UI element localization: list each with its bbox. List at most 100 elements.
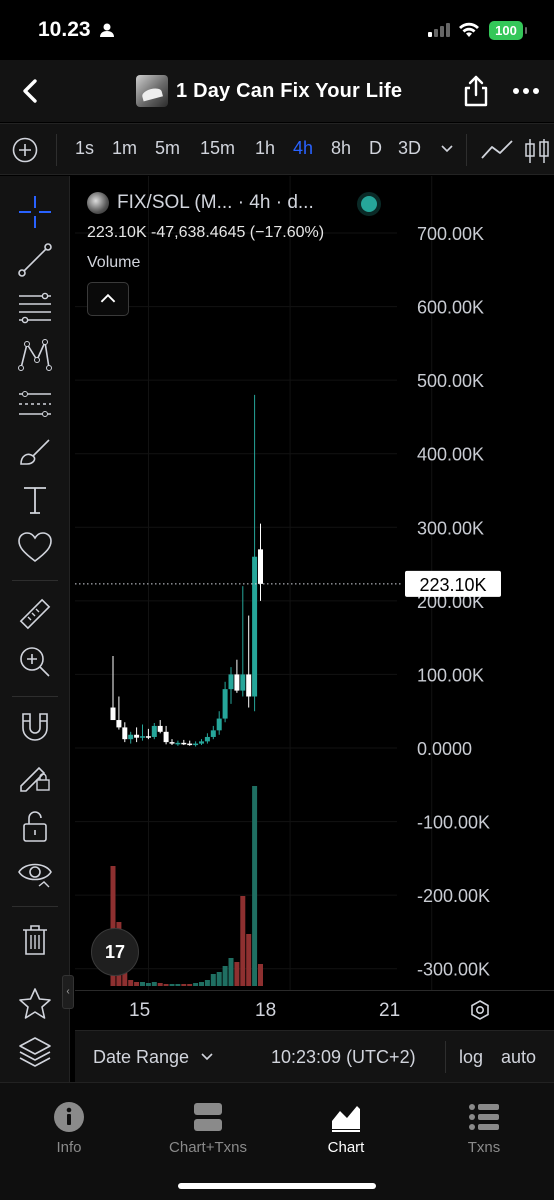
- volume-bar: [210, 974, 216, 986]
- add-indicator-button[interactable]: [12, 137, 38, 163]
- price-tick-label: 400.00K: [417, 445, 484, 465]
- trend-line-icon[interactable]: [17, 242, 53, 278]
- volume-bar: [216, 972, 222, 986]
- tab-label: Chart: [327, 1139, 365, 1156]
- timeframe-8h[interactable]: 8h: [331, 138, 351, 159]
- star-icon[interactable]: [17, 986, 53, 1022]
- market-status-indicator: [361, 196, 377, 212]
- divider: [445, 1041, 446, 1073]
- volume-indicator-label[interactable]: Volume: [87, 254, 140, 272]
- lock-drawing-icon[interactable]: [17, 758, 53, 794]
- more-options-button[interactable]: [512, 84, 540, 98]
- info-icon: [54, 1102, 84, 1132]
- cellular-signal-icon: [428, 23, 450, 37]
- collapse-toolbar-button[interactable]: ‹: [62, 975, 74, 1009]
- volume-bar: [145, 983, 151, 986]
- volume-bar: [246, 934, 252, 986]
- candlestick-icon[interactable]: [524, 138, 554, 164]
- clock-timezone[interactable]: 10:23:09 (UTC+2): [271, 1047, 416, 1068]
- chart-area[interactable]: 700.00K 600.00K 500.00K 400.00K 300.00K 200.0…: [75, 176, 554, 990]
- timeframe-3d[interactable]: 3D: [398, 138, 421, 159]
- chart-legend-symbol[interactable]: FIX/SOL (M... · 4h · d...: [87, 192, 314, 214]
- heart-icon[interactable]: [17, 530, 53, 566]
- volume-bar: [157, 983, 163, 986]
- unlock-icon[interactable]: [17, 808, 53, 844]
- volume-bar: [134, 982, 140, 986]
- brush-icon[interactable]: [17, 434, 53, 470]
- layers-icon[interactable]: [17, 1034, 53, 1070]
- chevron-down-icon[interactable]: [201, 1053, 213, 1061]
- token-avatar: [136, 75, 168, 107]
- volume-bar: [199, 982, 204, 986]
- volume-bar: [234, 962, 240, 986]
- area-chart-icon: [332, 1106, 360, 1132]
- zoom-in-icon[interactable]: [17, 644, 53, 680]
- candle-body: [234, 674, 240, 691]
- date-range-button[interactable]: Date Range: [93, 1047, 189, 1068]
- time-tick-label: 18: [255, 1000, 277, 1021]
- tab-chart-txns[interactable]: Chart+Txns: [148, 1101, 268, 1157]
- tab-info[interactable]: Info: [9, 1101, 129, 1157]
- volume-bar: [228, 958, 234, 986]
- price-tick-label: -100.00K: [417, 813, 490, 833]
- line-chart-icon[interactable]: [480, 138, 514, 162]
- eye-icon[interactable]: [17, 856, 53, 892]
- trash-icon[interactable]: [17, 922, 53, 958]
- tab-label: Chart+Txns: [169, 1139, 247, 1156]
- price-chart[interactable]: 700.00K600.00K500.00K400.00K300.00K200.0…: [75, 176, 554, 990]
- crosshair-icon[interactable]: [17, 194, 53, 230]
- timeframe-15m[interactable]: 15m: [200, 138, 235, 159]
- volume-bar: [169, 984, 175, 986]
- candle-body: [210, 730, 216, 737]
- status-bar: 10.23 100: [0, 0, 554, 60]
- timeframe-1m[interactable]: 1m: [112, 138, 137, 159]
- timeframe-5m[interactable]: 5m: [155, 138, 180, 159]
- chevron-down-icon[interactable]: [440, 144, 454, 154]
- candle-body: [175, 742, 181, 745]
- tab-label: Info: [56, 1139, 82, 1156]
- split-view-icon: [194, 1103, 222, 1131]
- tab-chart[interactable]: Chart: [286, 1101, 406, 1157]
- candle-body: [204, 736, 210, 742]
- magnet-icon[interactable]: [17, 710, 53, 746]
- volume-bar: [187, 984, 193, 986]
- timeframe-d[interactable]: D: [369, 138, 382, 159]
- forecast-tool-icon[interactable]: [17, 386, 53, 422]
- chart-settings-icon[interactable]: [469, 999, 491, 1021]
- candle-body: [145, 736, 151, 738]
- candle-body: [122, 727, 128, 740]
- candle-body: [258, 549, 263, 584]
- collapse-legend-button[interactable]: [87, 282, 129, 316]
- volume-bar: [193, 983, 199, 986]
- divider: [12, 906, 58, 907]
- home-indicator: [178, 1183, 376, 1189]
- timeframe-1h[interactable]: 1h: [255, 138, 275, 159]
- candle-body: [216, 718, 222, 731]
- candle-body: [246, 674, 252, 697]
- symbol-label: FIX/SOL (M... · 4h · d...: [117, 192, 314, 213]
- candle-body: [222, 689, 228, 719]
- timeframe-1s[interactable]: 1s: [75, 138, 94, 159]
- tab-txns[interactable]: Txns: [424, 1101, 544, 1157]
- candle-body: [240, 674, 246, 691]
- back-button[interactable]: [14, 74, 48, 108]
- time-axis[interactable]: 15 18 21: [75, 990, 554, 1030]
- log-scale-toggle[interactable]: log: [459, 1047, 483, 1068]
- tradingview-logo[interactable]: 17: [91, 928, 139, 976]
- timeframe-4h[interactable]: 4h: [293, 138, 313, 159]
- candle-body: [140, 736, 145, 738]
- text-tool-icon[interactable]: [17, 482, 53, 518]
- last-price-label: 223.10K: [419, 575, 486, 595]
- auto-scale-toggle[interactable]: auto: [501, 1047, 536, 1068]
- pattern-tool-icon[interactable]: [17, 338, 53, 374]
- person-icon: [100, 23, 114, 37]
- volume-bar: [128, 980, 134, 986]
- ohlc-readout: 223.10K -47,638.4645 (−17.60%): [87, 224, 325, 241]
- ruler-icon[interactable]: [17, 596, 53, 632]
- price-tick-label: 100.00K: [417, 665, 484, 685]
- share-button[interactable]: [460, 74, 492, 108]
- timeframe-bar: 1s 1m 5m 15m 1h 4h 8h D 3D: [0, 123, 554, 175]
- volume-bar: [181, 984, 187, 986]
- status-time: 10.23: [38, 18, 91, 41]
- fib-retracement-icon[interactable]: [17, 290, 53, 326]
